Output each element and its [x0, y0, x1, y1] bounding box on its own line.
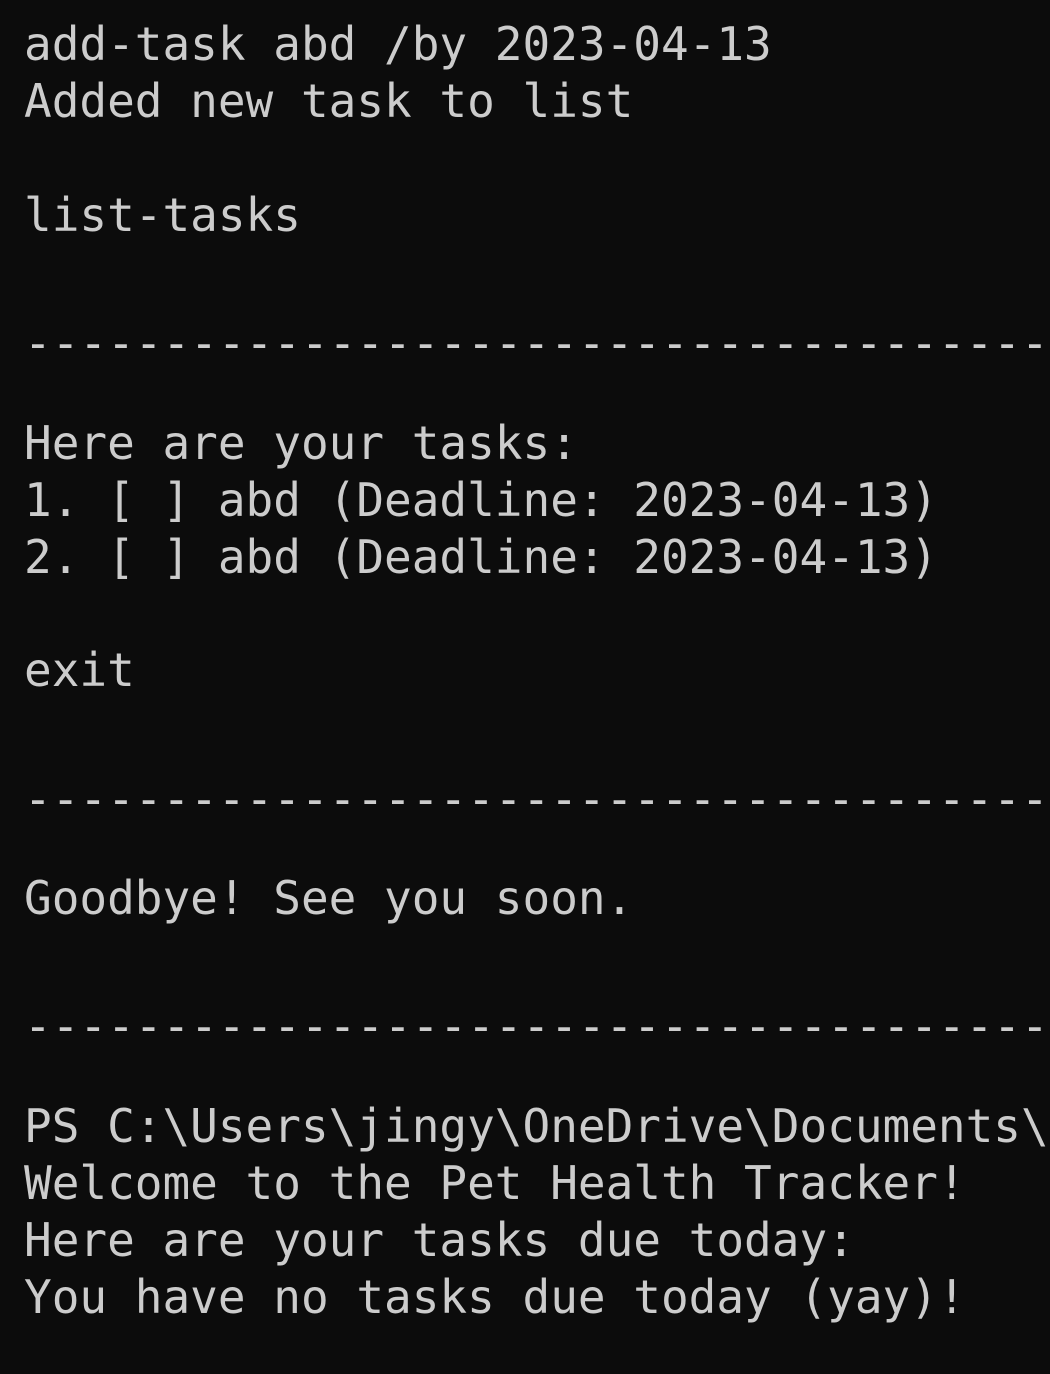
- output-due-today-header: Here are your tasks due today:: [24, 1213, 855, 1267]
- output-added-task: Added new task to list: [24, 74, 634, 128]
- output-welcome: Welcome to the Pet Health Tracker!: [24, 1156, 966, 1210]
- task-item: 1. [ ] abd (Deadline: 2023-04-13): [24, 473, 938, 527]
- shell-prompt: PS C:\Users\jingy\OneDrive\Documents\: [24, 1099, 1049, 1153]
- command-list-tasks: list-tasks: [24, 188, 301, 242]
- separator-line: ----------------------------------------: [24, 316, 1050, 370]
- output-goodbye: Goodbye! See you soon.: [24, 871, 634, 925]
- separator-line: ----------------------------------------: [24, 772, 1050, 826]
- command-add-task: add-task abd /by 2023-04-13: [24, 17, 772, 71]
- command-exit: exit: [24, 643, 135, 697]
- terminal-window[interactable]: add-task abd /by 2023-04-13 Added new ta…: [0, 0, 1050, 1374]
- output-tasks-header: Here are your tasks:: [24, 416, 578, 470]
- output-no-tasks-due: You have no tasks due today (yay)!: [24, 1270, 966, 1324]
- task-item: 2. [ ] abd (Deadline: 2023-04-13): [24, 530, 938, 584]
- separator-line: ----------------------------------------: [24, 999, 1050, 1053]
